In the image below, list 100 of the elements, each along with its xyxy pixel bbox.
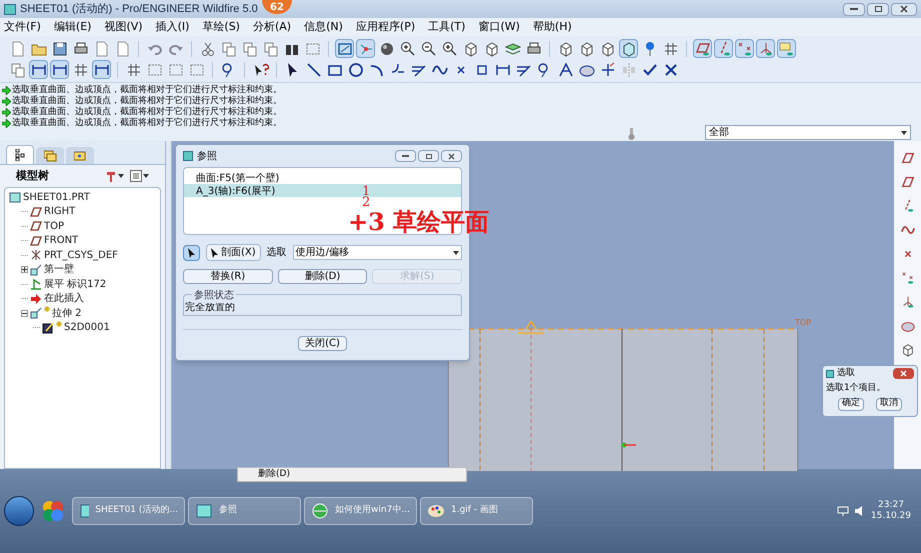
app-icon [183, 151, 193, 161]
datum-plane-icon [30, 220, 42, 232]
close-dialog-button[interactable]: 关闭(C) [298, 336, 347, 351]
cancel-button[interactable]: 取消 [876, 398, 902, 410]
plane-display-icon [694, 40, 710, 56]
tree-item[interactable]: 拉伸 2 [52, 306, 82, 321]
thermometer-icon [628, 128, 635, 140]
note-display-icon [778, 40, 794, 56]
clock-time: 23:27 [878, 500, 904, 511]
tree-item[interactable]: SHEET01.PRT [23, 190, 90, 205]
unbend-icon [30, 278, 42, 290]
menu-item[interactable]: 窗口(W) [478, 18, 520, 36]
toolbar-button[interactable] [398, 39, 417, 58]
expand-toggle[interactable] [21, 266, 28, 274]
minimize-button[interactable] [843, 2, 865, 16]
menu-item[interactable]: 工具(T) [428, 18, 466, 36]
copy-icon [262, 40, 278, 56]
toolbar-button[interactable] [419, 39, 438, 58]
message-text: 选取垂直曲面、边或顶点，截面将相对于它们进行尺寸标注和约束。 [12, 118, 282, 129]
copy-icon [242, 40, 258, 56]
popup-title: 选取 [837, 366, 855, 380]
close-button[interactable] [893, 368, 914, 379]
text-a-icon [558, 62, 574, 78]
menu-item[interactable]: 应用程序(P) [356, 18, 416, 36]
favorites-tab[interactable] [66, 147, 94, 164]
tree-item[interactable]: S2D0001 [64, 320, 110, 336]
menu-item[interactable]: 草绘(S) [202, 18, 240, 36]
save-icon [52, 40, 68, 56]
line-icon [306, 62, 322, 78]
menu-item[interactable]: 帮助(H) [532, 18, 572, 36]
menu-item[interactable]: 视图(V) [104, 18, 143, 36]
dashed-box-icon [188, 62, 204, 78]
expand-toggle[interactable] [21, 310, 28, 317]
toolbar-button[interactable] [346, 60, 365, 79]
context-menu-item[interactable]: 删除(D) [237, 467, 467, 482]
tree-item[interactable]: 展平 标识172 [44, 276, 106, 292]
menu-item[interactable]: 插入(I) [156, 18, 190, 36]
menu-item[interactable]: 编辑(E) [54, 18, 92, 36]
document-icon [10, 40, 26, 56]
filter-dropdown[interactable]: 全部 [705, 125, 911, 140]
maximize-button[interactable] [418, 150, 439, 162]
network-icon [836, 506, 849, 516]
toolbar-button[interactable] [29, 60, 48, 79]
popup-message: 选取1个项目。 [826, 382, 887, 395]
grid-icon [662, 40, 678, 56]
menu-item[interactable]: 分析(A) [252, 18, 292, 36]
dropdown-value: 使用边/偏移 [296, 246, 350, 260]
datum-label: TOP [795, 317, 812, 329]
mirror-icon [620, 62, 636, 78]
menu-item[interactable]: 信息(N) [304, 18, 343, 36]
notification-badge: 62 [262, 0, 292, 14]
dialog-button[interactable]: 删除(D) [278, 269, 368, 284]
coordinate-axes-icon [621, 442, 637, 448]
printer-icon [72, 40, 88, 56]
folder-tab[interactable] [36, 147, 64, 164]
toolbar-button[interactable] [440, 39, 459, 58]
tree-item[interactable]: 在此插入 [44, 291, 84, 306]
cursor-icon [211, 248, 218, 258]
dialog-title: 参照 [197, 150, 217, 164]
close-button[interactable] [441, 150, 462, 162]
dropdown-value: 全部 [709, 126, 729, 140]
grid-icon [126, 62, 142, 78]
zoom-in-icon [400, 40, 416, 56]
view-button[interactable] [130, 170, 149, 182]
zoom-out-icon [420, 40, 436, 56]
tree-item[interactable]: PRT_CSYS_DEF [44, 248, 118, 263]
tree-item[interactable]: RIGHT [44, 204, 76, 220]
section-button[interactable]: 剖面(X) [206, 244, 261, 261]
tree-item[interactable]: TOP [44, 218, 64, 234]
app-icon [4, 4, 16, 14]
tree-item[interactable]: 第一壁 [44, 262, 74, 278]
start-button[interactable] [4, 496, 34, 526]
menu-item[interactable]: 文件(F) [4, 18, 41, 36]
circle-icon [348, 62, 364, 78]
speaker-icon [854, 506, 865, 516]
tree-icon [15, 149, 25, 161]
restore-button[interactable] [867, 2, 889, 16]
reference-item[interactable]: 曲面:F5(第一个壁) [184, 171, 461, 184]
toolbar-button[interactable] [50, 60, 69, 79]
toolbar-button[interactable] [92, 60, 111, 79]
cancel-icon [662, 62, 678, 78]
tree-tab[interactable] [6, 145, 34, 164]
document-icon [114, 40, 130, 56]
wall-feature-icon [30, 307, 42, 320]
ok-button[interactable]: 确定 [838, 398, 864, 410]
globe-icon [311, 502, 329, 520]
message-text: 选取垂直曲面、边或顶点，截面将相对于它们进行尺寸标注和约束。 [12, 107, 282, 118]
printer-icon [526, 40, 542, 56]
toolbar-button[interactable] [619, 39, 638, 58]
dialog-button[interactable]: 替换(R) [183, 269, 273, 284]
panel-title: 模型树 [16, 168, 49, 184]
settings-button[interactable] [105, 170, 124, 182]
close-button[interactable] [891, 2, 917, 16]
select-dropdown[interactable]: 使用边/偏移 [292, 245, 462, 260]
select-arrow-button[interactable] [183, 244, 200, 260]
minimize-button[interactable] [395, 150, 416, 162]
window-title: SHEET01 (活动的) - Pro/ENGINEER Wildfire 5.0 [20, 2, 258, 17]
tree-item[interactable]: FRONT [44, 233, 78, 248]
select-label: 选取 [266, 246, 287, 260]
dashed-box-icon [146, 62, 162, 78]
